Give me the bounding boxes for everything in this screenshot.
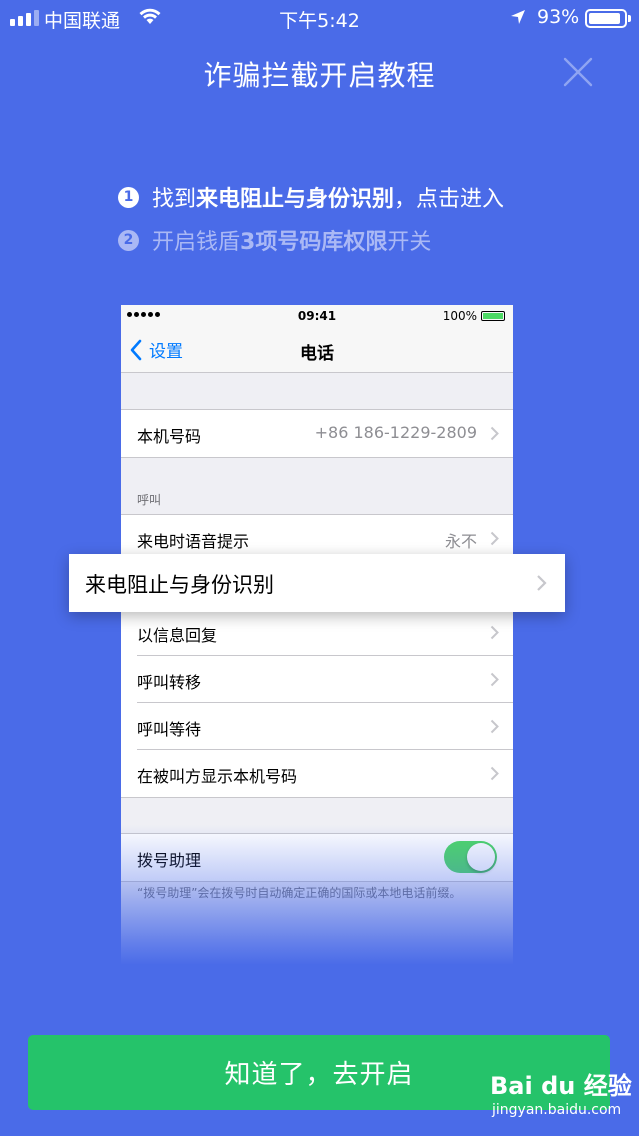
phone-row-reply-with-message: 以信息回复	[137, 609, 513, 656]
phone-right-status: 100%	[443, 309, 505, 323]
battery-icon	[585, 9, 627, 28]
phone-status-bar: 09:41 100%	[121, 305, 513, 327]
step-number-2: 2	[118, 229, 139, 251]
chevron-right-icon	[490, 625, 499, 640]
phone-footnote: “拨号助理”会在拨号时自动确定正确的国际或本地电话前缀。	[137, 886, 462, 900]
phone-battery-percent: 100%	[442, 309, 477, 323]
highlight-call-blocking-card: 来电阻止与身份识别	[69, 554, 565, 612]
page-title: 诈骗拦截开启教程	[203, 59, 436, 92]
step-1-post: ，点击进入	[394, 187, 505, 212]
phone-section-header: 呼叫	[137, 493, 162, 507]
baidu-jingyan-watermark: Bai du 经验 jingyan.baidu.com	[490, 1066, 632, 1126]
phone-row-dial-assist: 拨号助理	[137, 834, 513, 881]
phone-row-call-forwarding: 呼叫转移	[137, 656, 513, 703]
battery-tip	[628, 15, 631, 22]
phone-row-value: 永不	[444, 532, 477, 551]
chevron-right-icon	[490, 719, 499, 734]
phone-nav-bar: 设置 电话	[121, 327, 513, 373]
step-2-pre: 开启钱盾	[152, 230, 241, 255]
phone-row-value: +86 186-1229-2809	[314, 423, 477, 442]
step-1-pre: 找到	[152, 187, 197, 212]
close-icon[interactable]	[560, 54, 596, 90]
chevron-right-icon	[490, 672, 499, 687]
phone-row-call-waiting: 呼叫等待	[137, 703, 513, 750]
phone-row-label: 拨号助理	[137, 851, 202, 870]
step-1-bold: 来电阻止与身份识别	[196, 187, 395, 212]
phone-row-label: 来电时语音提示	[137, 532, 250, 551]
phone-row-label: 在被叫方显示本机号码	[137, 767, 298, 786]
step-2: 2 开启钱盾 3项号码库权限 开关	[118, 224, 431, 256]
battery-percent: 93%	[537, 6, 580, 28]
step-1: 1 找到 来电阻止与身份识别 ，点击进入	[118, 181, 504, 213]
phone-row-my-number: 本机号码 +86 186-1229-2809	[137, 410, 513, 457]
phone-row-label: 本机号码	[137, 427, 202, 446]
chevron-right-icon	[490, 426, 499, 441]
phone-row-show-caller-id: 在被叫方显示本机号码	[137, 750, 513, 797]
chevron-right-icon	[490, 531, 499, 546]
phone-row-label: 呼叫转移	[137, 673, 202, 692]
step-2-bold: 3项号码库权限	[240, 230, 388, 255]
phone-battery-icon	[481, 311, 505, 321]
watermark-url: jingyan.baidu.com	[492, 1102, 622, 1118]
phone-screenshot: 09:41 100% 设置 电话 本机号码 +86 186-1229-2809 …	[121, 305, 513, 965]
status-bar: 中国联通 下午5:42 93%	[0, 0, 639, 36]
step-2-post: 开关	[387, 230, 432, 255]
watermark-logo: Bai du 经验	[490, 1072, 632, 1100]
dial-assist-toggle	[444, 841, 497, 873]
phone-nav-title: 电话	[300, 344, 334, 364]
phone-row-label: 呼叫等待	[137, 720, 202, 739]
phone-group-my-number: 本机号码 +86 186-1229-2809	[121, 409, 513, 458]
highlight-label: 来电阻止与身份识别	[85, 573, 274, 597]
phone-group-dial-assist: 拨号助理	[121, 833, 513, 882]
location-icon	[509, 8, 527, 30]
phone-row-label: 以信息回复	[137, 626, 218, 645]
step-number-1: 1	[118, 186, 139, 208]
chevron-right-icon	[537, 575, 547, 591]
chevron-right-icon	[490, 766, 499, 781]
